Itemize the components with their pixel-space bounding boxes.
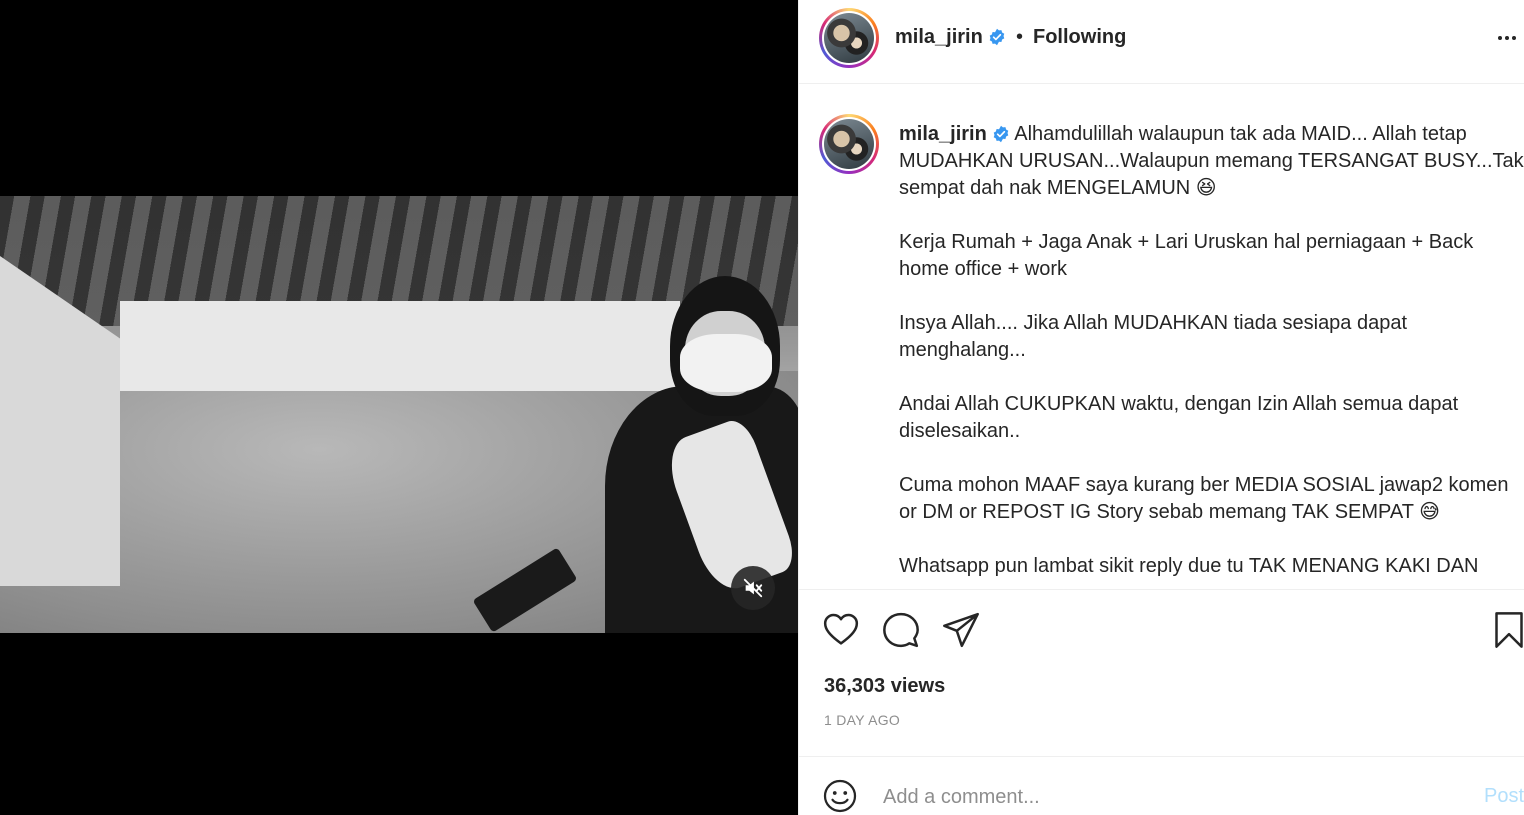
caption-paragraph: Whatsapp pun lambat sikit reply due tu T… [899, 555, 1479, 577]
header-username[interactable]: mila_jirin [895, 26, 1006, 49]
instagram-post-modal: mila_jirin • Following mila_jirin Alhamd… [0, 0, 1524, 815]
caption-paragraph: Insya Allah.... Jika Allah MUDAHKAN tiad… [899, 312, 1408, 361]
more-options-icon[interactable] [1495, 26, 1519, 50]
media-pane [0, 0, 798, 815]
caption-paragraph: Kerja Rumah + Jaga Anak + Lari Uruskan h… [899, 231, 1474, 280]
muted-speaker-icon [743, 578, 763, 598]
smiley-icon[interactable] [822, 778, 858, 814]
post-video[interactable] [0, 196, 798, 633]
verified-badge-icon [993, 125, 1009, 143]
views-count[interactable]: 36,303 views [824, 675, 945, 698]
avatar[interactable] [819, 8, 879, 68]
comment-form: Post [799, 756, 1524, 815]
post-timestamp[interactable]: 1 DAY AGO [824, 712, 900, 728]
header-username-text[interactable]: mila_jirin [895, 26, 983, 48]
bookmark-icon[interactable] [1489, 610, 1524, 650]
caption-paragraph: Cuma mohon MAAF saya kurang ber MEDIA SO… [899, 474, 1509, 523]
post-comment-button[interactable]: Post [1484, 785, 1524, 808]
paper-plane-icon[interactable] [941, 610, 981, 650]
caption-paragraph: Andai Allah CUKUPKAN waktu, dengan Izin … [899, 393, 1459, 442]
post-sidebar: mila_jirin • Following mila_jirin Alhamd… [798, 0, 1524, 815]
caption-avatar[interactable] [819, 114, 879, 174]
caption-section: mila_jirin Alhamdulillah walaupun tak ad… [799, 85, 1524, 590]
post-header: mila_jirin • Following [799, 0, 1524, 84]
mute-toggle-button[interactable] [731, 566, 775, 610]
header-separator: • [1016, 26, 1024, 48]
heart-icon[interactable] [821, 610, 861, 650]
caption-username[interactable]: mila_jirin [899, 123, 1010, 145]
following-button[interactable]: Following [1033, 26, 1126, 49]
caption-paragraph: mila_jirin Alhamdulillah walaupun tak ad… [899, 121, 1524, 202]
comment-input[interactable] [883, 783, 1443, 811]
action-bar [799, 600, 1524, 660]
post-caption: mila_jirin Alhamdulillah walaupun tak ad… [899, 121, 1524, 589]
verified-badge-icon [989, 28, 1005, 46]
comment-bubble-icon[interactable] [881, 610, 921, 650]
